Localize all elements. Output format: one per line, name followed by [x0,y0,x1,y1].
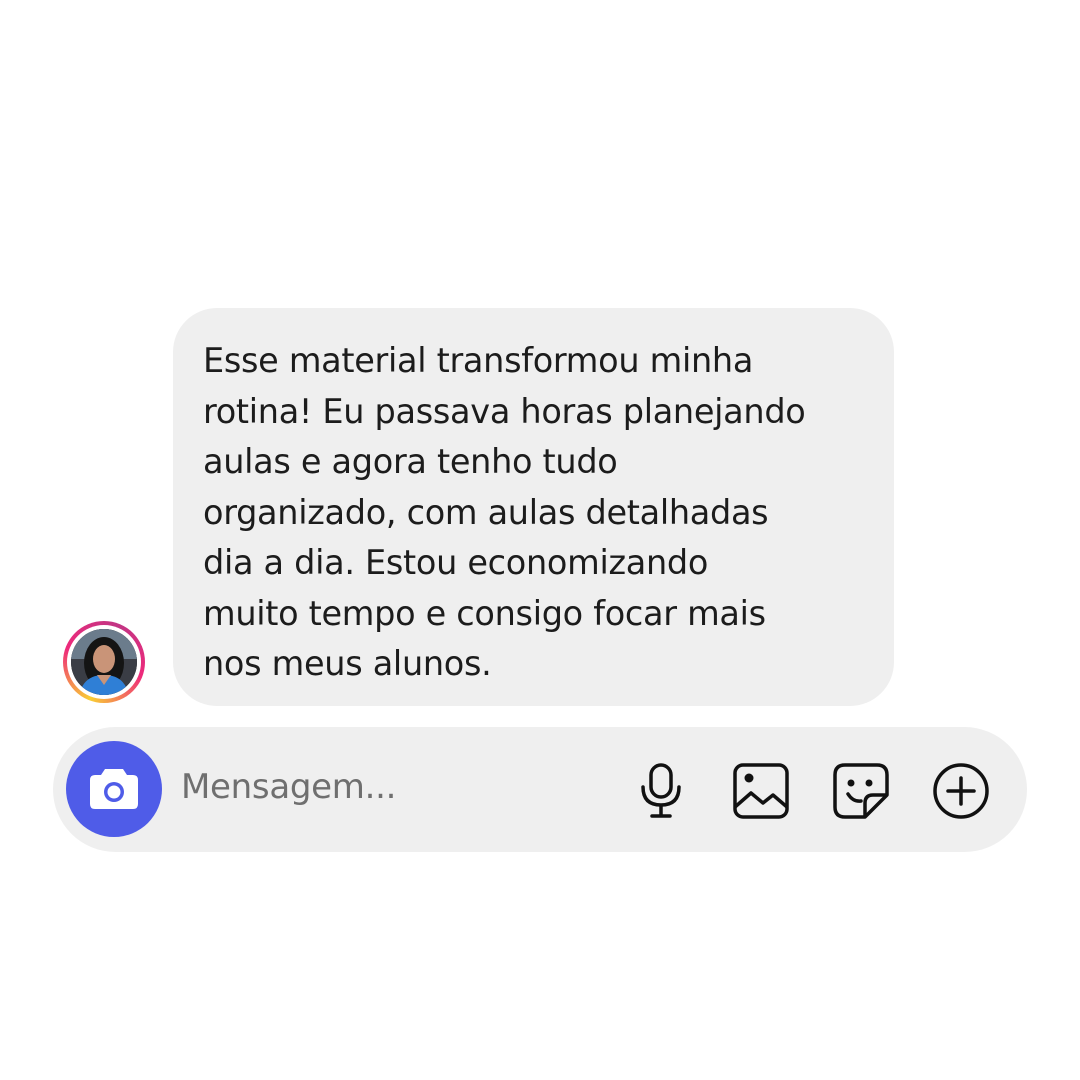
message-line: Esse material transformou minha [203,341,754,380]
image-gallery-icon [733,763,789,819]
message-line: rotina! Eu passava horas planejando [203,391,806,431]
message-line: dia a dia. Estou economizando [203,543,709,582]
sticker-button[interactable] [831,761,891,821]
avatar-ring-gap [67,625,141,699]
message-text: Esse material transformou minha rotina! … [203,336,883,690]
message-line: nos meus alunos. [203,644,492,683]
camera-icon [90,769,138,809]
sticker-icon [833,763,889,819]
avatar-portrait [71,629,137,695]
plus-circle-icon [933,763,989,819]
message-bubble[interactable]: Esse material transformou minha rotina! … [173,308,894,706]
message-line: muito tempo e consigo focar mais [203,593,766,633]
gallery-button[interactable] [731,761,791,821]
message-line: organizado, com aulas detalhadas [203,492,769,532]
add-button[interactable] [931,761,991,821]
chat-screen: Esse material transformou minha rotina! … [0,0,1080,1080]
sender-avatar[interactable] [63,621,145,703]
message-composer: Mensagem... [53,727,1027,852]
avatar-photo [71,629,137,695]
microphone-icon [641,763,681,818]
microphone-button[interactable] [631,761,691,821]
camera-button[interactable] [66,741,162,837]
message-input[interactable]: Mensagem... [181,767,396,807]
message-line: aulas e agora tenho tudo [203,442,618,481]
